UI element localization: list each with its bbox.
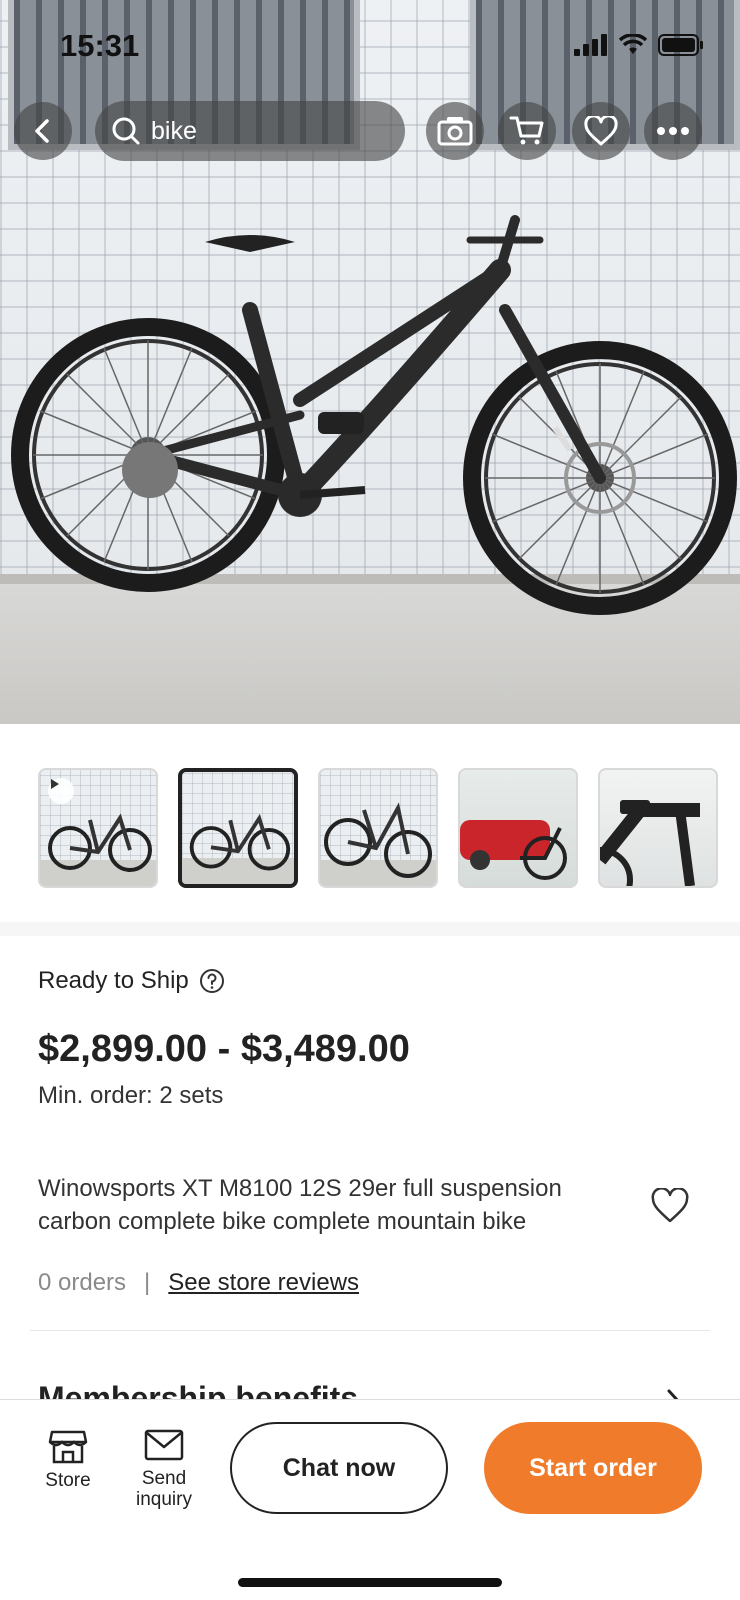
favorite-button[interactable]: [572, 102, 630, 160]
store-label: Store: [45, 1470, 91, 1491]
send-inquiry-tab[interactable]: Send inquiry: [119, 1428, 209, 1510]
thumbnail-selected[interactable]: [178, 768, 298, 888]
store-tab[interactable]: Store: [23, 1428, 113, 1491]
status-icons: [574, 34, 704, 56]
battery-icon: [658, 34, 703, 56]
thumbnail-image[interactable]: [318, 768, 438, 888]
camera-icon: [437, 117, 473, 146]
orders-count: 0 orders: [38, 1269, 127, 1296]
ready-to-ship-label: Ready to Ship: [38, 967, 189, 994]
back-icon: [35, 119, 49, 143]
help-icon[interactable]: [199, 968, 225, 994]
bike-illustration: [11, 215, 737, 615]
bottom-action-bar: Store Send inquiry Chat now Start order: [0, 1399, 740, 1600]
search-query: bike: [151, 116, 197, 145]
more-icon: [657, 127, 689, 135]
cart-button[interactable]: [498, 102, 556, 160]
thumbnail-image[interactable]: [598, 768, 718, 888]
thumbnail-strip: [38, 768, 718, 888]
status-time: 15:31: [60, 28, 140, 63]
see-store-reviews-link[interactable]: See store reviews: [168, 1269, 359, 1297]
add-to-favorites-button[interactable]: [650, 1187, 690, 1229]
heart-icon: [584, 116, 618, 146]
divider-line: [30, 1330, 710, 1331]
thumbnail-video[interactable]: [38, 768, 158, 888]
camera-button[interactable]: [426, 102, 484, 160]
product-title: Winowsports XT M8100 12S 29er full suspe…: [38, 1175, 562, 1235]
bike-thumb-image: [189, 813, 291, 871]
thumbnail-image[interactable]: [458, 768, 578, 888]
section-divider: [0, 922, 740, 936]
store-icon: [48, 1430, 88, 1464]
search-icon: [112, 117, 140, 145]
search-bar[interactable]: bike: [95, 101, 405, 161]
min-order: Min. order: 2 sets: [38, 1082, 224, 1109]
price-range: $2,899.00 - $3,489.00: [38, 1028, 410, 1070]
chat-now-button[interactable]: Chat now: [230, 1422, 448, 1514]
car-bike-thumb-image: [460, 820, 567, 880]
bike-detail-thumb-image: [600, 800, 700, 886]
orders-row: 0 orders | See store reviews: [38, 1269, 359, 1297]
start-order-button[interactable]: Start order: [484, 1422, 702, 1514]
ready-to-ship: Ready to Ship: [38, 967, 225, 995]
cart-icon: [509, 116, 544, 145]
bike-thumb-image: [324, 802, 432, 878]
play-icon: [48, 778, 74, 804]
send-inquiry-label: Send inquiry: [136, 1468, 192, 1510]
more-button[interactable]: [644, 102, 702, 160]
signal-icon: [574, 34, 607, 56]
orders-separator: |: [144, 1269, 151, 1296]
mail-icon: [144, 1429, 184, 1461]
heart-outline-icon: [651, 1187, 689, 1223]
back-button[interactable]: [14, 102, 72, 160]
wifi-icon: [618, 34, 648, 54]
status-bar: 15:31: [0, 0, 740, 92]
home-indicator: [238, 1578, 502, 1587]
